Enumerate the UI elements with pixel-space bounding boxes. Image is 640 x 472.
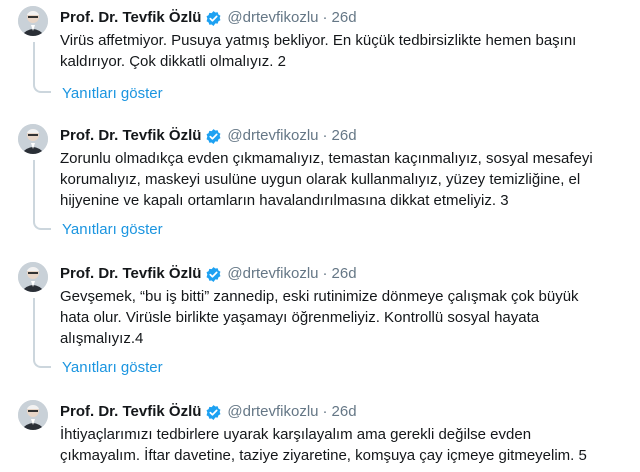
tweet-text-line: kaldırıyor. Çok dikkatli olmalıyız. 2 — [60, 53, 286, 70]
author-name[interactable]: Prof. Dr. Tevfik Özlü — [60, 402, 201, 422]
tweet-thread: Prof. Dr. Tevfik Özlü @drtevfikozlu · 26… — [0, 0, 640, 472]
verified-badge-icon — [205, 10, 222, 27]
thread-connector — [33, 358, 51, 368]
tweet-timestamp[interactable]: 26d — [332, 8, 357, 28]
separator-dot: · — [322, 127, 328, 144]
tweet-header: Prof. Dr. Tevfik Özlü @drtevfikozlu · 26… — [60, 263, 357, 285]
tweet-text: İhtiyaçlarımızı tedbirlere uyarak karşıl… — [60, 424, 635, 466]
author-name[interactable]: Prof. Dr. Tevfik Özlü — [60, 264, 201, 284]
tweet-text-line: İhtiyaçlarımızı tedbirlere uyarak karşıl… — [60, 426, 532, 443]
thread-line — [33, 160, 35, 222]
avatar[interactable] — [18, 124, 48, 154]
avatar[interactable] — [18, 400, 48, 430]
tweet-text-line: Gevşemek, “bu iş bitti” zannedip, eski r… — [60, 288, 579, 305]
tweet-header: Prof. Dr. Tevfik Özlü @drtevfikozlu · 26… — [60, 125, 357, 147]
tweet-timestamp[interactable]: 26d — [332, 402, 357, 422]
tweet[interactable]: Prof. Dr. Tevfik Özlü @drtevfikozlu · 26… — [0, 6, 640, 106]
tweet[interactable]: Prof. Dr. Tevfik Özlü @drtevfikozlu · 26… — [0, 262, 640, 382]
thread-connector — [33, 83, 51, 93]
tweet-text-line: Virüs affetmiyor. Pusuya yatmış bekliyor… — [60, 32, 577, 49]
author-handle[interactable]: @drtevfikozlu — [227, 402, 318, 422]
show-replies-link[interactable]: Yanıtları göster — [62, 220, 163, 240]
show-replies-link[interactable]: Yanıtları göster — [62, 358, 163, 378]
separator-dot: · — [322, 265, 328, 282]
avatar[interactable] — [18, 262, 48, 292]
tweet-text-line: hijyenine ve kapalı ortamların havalandı… — [60, 192, 509, 209]
separator-dot: · — [322, 9, 328, 26]
tweet-timestamp[interactable]: 26d — [332, 264, 357, 284]
separator-dot: · — [322, 403, 328, 420]
tweet-text-line: çıkmayalım. İftar davetine, taziye ziyar… — [60, 447, 587, 464]
tweet-text-line: korumalıyız, maskeyi usulüne uygun olara… — [60, 171, 581, 188]
author-handle[interactable]: @drtevfikozlu — [227, 264, 318, 284]
tweet-text: Gevşemek, “bu iş bitti” zannedip, eski r… — [60, 286, 635, 349]
tweet-text-line: alışmalıyız.4 — [60, 330, 144, 347]
tweet-text: Zorunlu olmadıkça evden çıkmamalıyız, te… — [60, 148, 635, 211]
tweet-header: Prof. Dr. Tevfik Özlü @drtevfikozlu · 26… — [60, 7, 357, 29]
author-handle[interactable]: @drtevfikozlu — [227, 8, 318, 28]
thread-line — [33, 42, 35, 85]
thread-line — [33, 298, 35, 360]
tweet-text-line: hata olur. Virüsle birlikte yaşamayı öğr… — [60, 309, 540, 326]
tweet-timestamp[interactable]: 26d — [332, 126, 357, 146]
tweet[interactable]: Prof. Dr. Tevfik Özlü @drtevfikozlu · 26… — [0, 124, 640, 244]
tweet-text-line: Zorunlu olmadıkça evden çıkmamalıyız, te… — [60, 150, 593, 167]
thread-connector — [33, 220, 51, 230]
author-name[interactable]: Prof. Dr. Tevfik Özlü — [60, 126, 201, 146]
verified-badge-icon — [205, 128, 222, 145]
show-replies-link[interactable]: Yanıtları göster — [62, 84, 163, 104]
author-name[interactable]: Prof. Dr. Tevfik Özlü — [60, 8, 201, 28]
verified-badge-icon — [205, 404, 222, 421]
tweet-text: Virüs affetmiyor. Pusuya yatmış bekliyor… — [60, 30, 635, 72]
verified-badge-icon — [205, 266, 222, 283]
tweet-header: Prof. Dr. Tevfik Özlü @drtevfikozlu · 26… — [60, 401, 357, 423]
tweet[interactable]: Prof. Dr. Tevfik Özlü @drtevfikozlu · 26… — [0, 400, 640, 472]
author-handle[interactable]: @drtevfikozlu — [227, 126, 318, 146]
avatar[interactable] — [18, 6, 48, 36]
